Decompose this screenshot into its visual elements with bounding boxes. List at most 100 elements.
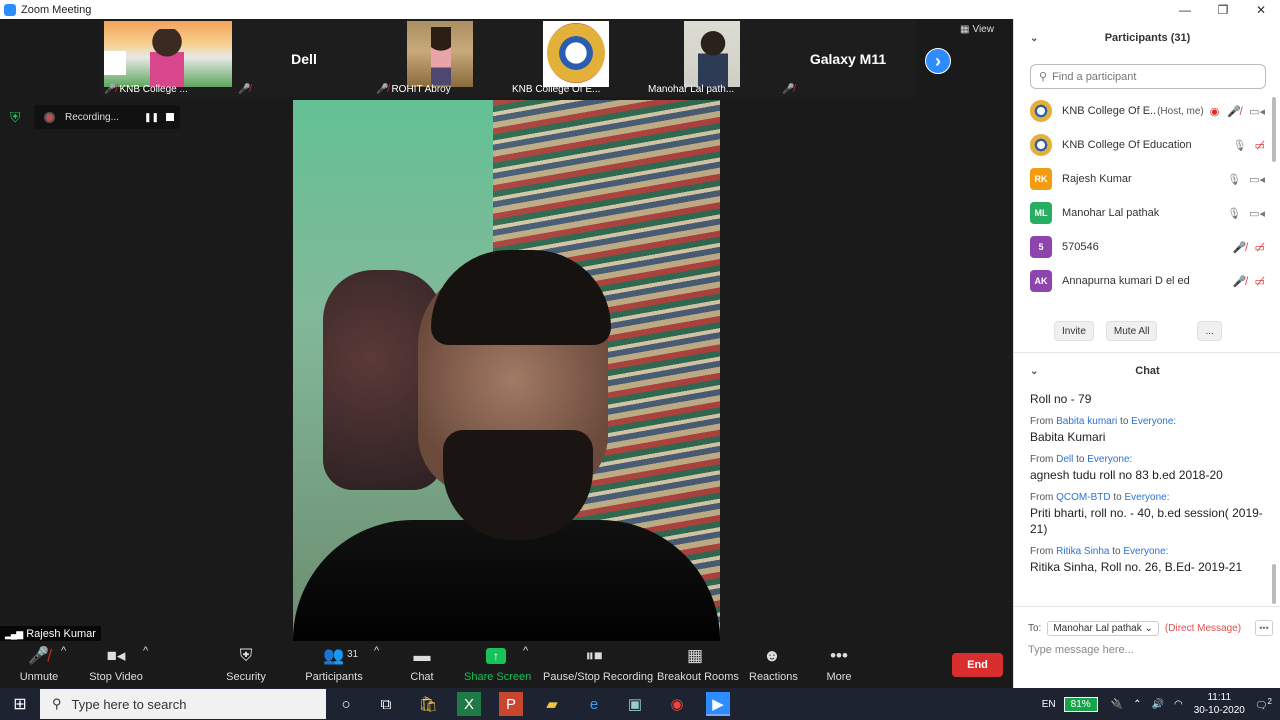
chat-message-input[interactable]: Type message here... (1028, 644, 1134, 656)
meeting-area: 🎤̸ KNB College ... Dell 🎤̸ 🎤̸ ROHIT Abroy … (0, 19, 1013, 642)
audio-options-caret-icon[interactable]: ^ (61, 645, 66, 657)
chat-scrollbar[interactable] (1272, 564, 1276, 604)
participant-row[interactable]: ML Manohar Lal pathak 🎙 ▭◂ (1030, 198, 1265, 228)
unmute-button[interactable]: 🎤̸ Unmute (18, 645, 60, 683)
more-button[interactable]: ••• More (825, 645, 853, 683)
task-view-icon[interactable]: ⧉ (374, 692, 398, 716)
mic-muted-icon: 🎤̸ (28, 646, 50, 665)
wifi-icon[interactable]: ◠ (1174, 699, 1183, 710)
thumbnail-video[interactable]: Manohar Lal path... (644, 19, 780, 97)
zoom-app-icon (4, 3, 16, 16)
breakout-rooms-button[interactable]: ▦ Breakout Rooms (657, 645, 739, 683)
thumbnail-video[interactable]: KNB College Of E... (508, 19, 644, 97)
chat-more-icon[interactable]: ••• (1255, 620, 1273, 636)
thumbnail-video[interactable]: Dell 🎤̸ (236, 19, 372, 97)
participant-scrollbar[interactable] (1272, 97, 1276, 162)
recipient-select[interactable]: Manohar Lal pathak ⌄ (1047, 620, 1159, 636)
mic-icon: 🎙 (1227, 207, 1242, 220)
active-speaker-label: ▂▄▆ Rajesh Kumar (0, 626, 101, 642)
video-camera-icon: ▭◂ (1249, 173, 1265, 186)
divider (1014, 352, 1280, 353)
edge-browser-icon[interactable]: e (582, 692, 606, 716)
participants-caret-icon[interactable]: ^ (374, 645, 379, 657)
thumbnail-video[interactable]: Galaxy M11 🎤̸ (780, 19, 916, 97)
participant-row[interactable]: AK Annapurna kumari D el ed 🎤̸ ▭̸ (1030, 266, 1265, 296)
powerpoint-icon[interactable]: P (499, 692, 523, 716)
avatar: 5 (1030, 236, 1052, 258)
mic-muted-icon: 🎤̸ (1232, 275, 1247, 288)
maximize-button[interactable]: ❐ (1204, 0, 1242, 19)
video-camera-icon: ▭◂ (1249, 105, 1265, 118)
collapse-chevron-icon[interactable]: ⌄ (1030, 366, 1038, 377)
participant-search-input[interactable]: ⚲ Find a participant (1030, 64, 1266, 89)
participant-row[interactable]: 5 570546 🎤̸ ▭̸ (1030, 232, 1265, 262)
thumbnail-video[interactable]: 🎤̸ KNB College ... (100, 19, 236, 97)
participant-row[interactable]: RK Rajesh Kumar 🎙 ▭◂ (1030, 164, 1265, 194)
invite-button[interactable]: Invite (1054, 321, 1094, 341)
language-indicator[interactable]: EN (1042, 699, 1056, 710)
clock[interactable]: 11:11 30-10-2020 (1194, 691, 1245, 717)
mic-muted-icon: 🎤̸ (376, 84, 389, 95)
mic-icon: 🎙 (1227, 173, 1242, 186)
pause-stop-recording-button[interactable]: ⏸⏹ Pause/Stop Recording (543, 645, 653, 683)
video-options-caret-icon[interactable]: ^ (143, 645, 148, 657)
collapse-chevron-icon[interactable]: ⌄ (1030, 33, 1038, 44)
mic-icon: 🎙 (1232, 139, 1247, 152)
participants-header: ⌄ Participants (31) (1030, 32, 1191, 44)
stop-video-button[interactable]: ■◂ Stop Video (88, 645, 144, 683)
notification-icon[interactable]: 🗨2 (1255, 697, 1272, 711)
power-icon[interactable]: 🔌 (1111, 699, 1123, 710)
battery-indicator[interactable]: 81% (1063, 696, 1098, 712)
end-meeting-button[interactable]: End (952, 653, 1003, 677)
video-off-icon: ▭̸ (1254, 139, 1265, 152)
chat-button[interactable]: ▬ Chat (405, 645, 439, 683)
participant-actions: Invite Mute All ... (1054, 321, 1222, 341)
pause-recording-icon[interactable]: ❚❚ (144, 112, 159, 123)
video-camera-icon: ▭◂ (1249, 207, 1265, 220)
mic-muted-icon: 🎤̸ (1227, 105, 1242, 118)
speaker-icon[interactable]: 🔊 (1152, 699, 1164, 710)
stop-recording-icon[interactable] (166, 113, 174, 121)
thumbnail-video[interactable]: 🎤̸ ROHIT Abroy (372, 19, 508, 97)
next-page-arrow-icon[interactable]: › (925, 48, 951, 74)
share-options-caret-icon[interactable]: ^ (523, 645, 528, 657)
chat-message: From Dell to Everyone: agnesh tudu roll … (1030, 454, 1223, 482)
chat-message: From QCOM-BTD to Everyone: Priti bharti,… (1030, 492, 1263, 536)
mic-muted-icon: 🎤̸ (1232, 241, 1247, 254)
participant-row[interactable]: KNB College Of Education 🎙 ▭̸ (1030, 130, 1265, 160)
avatar (1030, 134, 1052, 156)
chrome-icon[interactable]: ◉ (665, 692, 689, 716)
cortana-icon[interactable]: ○ (334, 692, 358, 716)
thumbnail-image (684, 21, 740, 87)
windows-start-icon[interactable]: ⊞ (0, 688, 40, 720)
mute-all-button[interactable]: Mute All (1105, 321, 1158, 341)
security-button[interactable]: ⛨ Security (226, 645, 266, 683)
mic-muted-icon: 🎤̸ (238, 84, 251, 95)
store-icon[interactable]: 🛍 (416, 692, 440, 716)
mic-muted-icon: 🎤̸ (104, 84, 117, 95)
close-button[interactable]: ✕ (1242, 0, 1280, 19)
share-screen-button[interactable]: ↑ Share Screen (464, 645, 531, 683)
zoom-taskbar-icon[interactable]: ▶ (706, 692, 730, 716)
thumbnail-name: 🎤̸ (782, 84, 797, 95)
reactions-button[interactable]: ☻ Reactions (749, 645, 798, 683)
view-button[interactable]: ▦ View (960, 24, 994, 35)
taskbar-search-input[interactable]: ⚲ Type here to search (40, 689, 326, 719)
breakout-rooms-icon: ▦ (686, 646, 704, 665)
chat-header: ⌄ Chat (1030, 365, 1160, 377)
thumbnail-strip: 🎤̸ KNB College ... Dell 🎤̸ 🎤̸ ROHIT Abroy … (100, 19, 916, 99)
avatar: AK (1030, 270, 1052, 292)
more-options-button[interactable]: ... (1197, 321, 1222, 341)
file-explorer-icon[interactable]: ▰ (540, 692, 564, 716)
minimize-button[interactable]: — (1166, 0, 1204, 19)
thumbnail-name: KNB College Of E... (512, 84, 601, 95)
photos-app-icon[interactable]: ▣ (623, 692, 647, 716)
participant-row[interactable]: KNB College Of E... (Host, me) ◉ 🎤̸ ▭◂ (1030, 96, 1265, 126)
excel-icon[interactable]: X (457, 692, 481, 716)
recording-indicator: Recording... ❚❚ (34, 105, 180, 129)
pause-stop-icon: ⏸⏹ (585, 646, 603, 665)
encryption-shield-icon[interactable]: ⛨ (10, 109, 24, 125)
mic-muted-icon: 🎤̸ (782, 84, 795, 95)
participant-list: KNB College Of E... (Host, me) ◉ 🎤̸ ▭◂ KNB… (1014, 96, 1272, 304)
chevron-up-icon[interactable]: ⌃ (1133, 699, 1141, 710)
